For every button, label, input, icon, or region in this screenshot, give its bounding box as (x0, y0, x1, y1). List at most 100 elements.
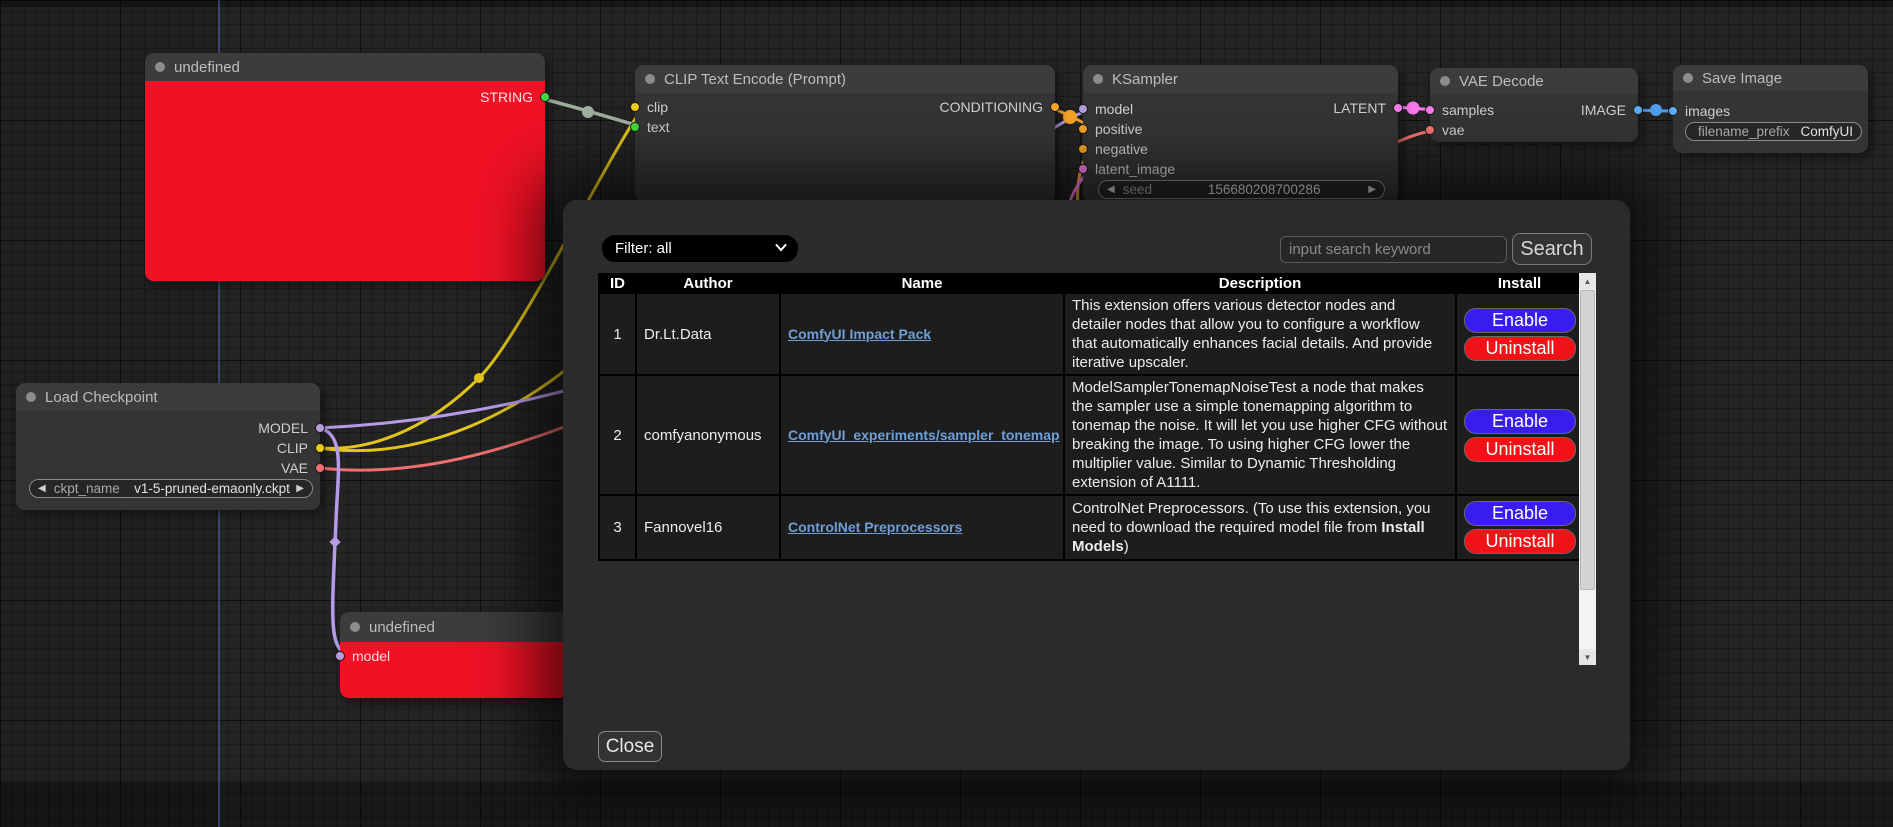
scrollbar-thumb[interactable] (1580, 290, 1595, 590)
node-title-label: VAE Decode (1459, 73, 1544, 90)
decrement-arrow-icon[interactable]: ◀ (1107, 185, 1115, 195)
uninstall-button[interactable]: Uninstall (1464, 529, 1576, 554)
node-save-image[interactable]: Save Image images filename_prefix ComfyU… (1673, 65, 1868, 153)
header-name: Name (781, 275, 1063, 292)
node-title-bar[interactable]: KSampler (1083, 65, 1398, 93)
input-pin-clip[interactable] (630, 102, 640, 112)
link-midpoint-diamond[interactable] (329, 536, 340, 547)
search-input[interactable] (1280, 236, 1507, 263)
node-clip-text-encode[interactable]: CLIP Text Encode (Prompt) clip text COND… (635, 65, 1055, 203)
reroute-dot-conditioning[interactable] (1063, 110, 1077, 124)
node-body: model (340, 642, 568, 698)
reroute-dot-clip[interactable] (474, 373, 484, 383)
input-pin-images[interactable] (1668, 106, 1678, 116)
input-pin-vae[interactable] (1425, 125, 1435, 135)
node-vae-decode[interactable]: VAE Decode samples vae IMAGE (1430, 68, 1638, 142)
enable-button[interactable]: Enable (1464, 409, 1576, 434)
node-title-bar[interactable]: VAE Decode (1430, 68, 1638, 94)
scrollbar-up-icon[interactable]: ▲ (1579, 273, 1596, 289)
collapse-dot-icon[interactable] (1683, 73, 1693, 83)
widget-value: v1-5-pruned-emaonly.ckpt (128, 481, 297, 496)
input-pin-model[interactable] (335, 651, 345, 661)
node-title-bar[interactable]: undefined (340, 612, 568, 642)
input-pin-latent-image[interactable] (1078, 164, 1088, 174)
node-title-bar[interactable]: Save Image (1673, 65, 1868, 91)
search-button[interactable]: Search (1512, 233, 1592, 265)
node-title-label: undefined (369, 619, 435, 636)
table-row: 3Fannovel16ControlNet PreprocessorsContr… (600, 496, 1582, 559)
node-title-bar[interactable]: Load Checkpoint (16, 383, 320, 411)
next-arrow-icon[interactable]: ▶ (296, 484, 304, 494)
collapse-dot-icon[interactable] (350, 622, 360, 632)
enable-button[interactable]: Enable (1464, 501, 1576, 526)
extension-link[interactable]: ComfyUI_experiments/sampler_tonemap (788, 427, 1060, 443)
input-pin-negative[interactable] (1078, 144, 1088, 154)
node-undefined-top[interactable]: undefined STRING (145, 53, 545, 281)
output-label: CONDITIONING (940, 99, 1043, 115)
node-body: model positive negative latent_image LAT… (1083, 93, 1398, 203)
node-title-label: undefined (174, 59, 240, 76)
header-author: Author (637, 275, 779, 292)
input-label: text (647, 119, 670, 135)
seed-widget[interactable]: ◀ seed 156680208700286 ▶ (1098, 180, 1385, 199)
header-description: Description (1065, 275, 1455, 292)
node-title-bar[interactable]: undefined (145, 53, 545, 81)
input-label: clip (647, 99, 668, 115)
increment-arrow-icon[interactable]: ▶ (1368, 185, 1376, 195)
reroute-dot-string[interactable] (582, 106, 594, 118)
output-pin-string[interactable] (540, 92, 550, 102)
node-title-label: Load Checkpoint (45, 389, 158, 406)
collapse-dot-icon[interactable] (1093, 74, 1103, 84)
filename-prefix-widget[interactable]: filename_prefix ComfyUI (1685, 122, 1862, 141)
uninstall-button[interactable]: Uninstall (1464, 437, 1576, 462)
header-id: ID (600, 275, 635, 292)
node-load-checkpoint[interactable]: Load Checkpoint MODEL CLIP VAE ◀ ckpt_na… (16, 383, 320, 510)
node-undefined-bottom[interactable]: undefined model (340, 612, 568, 698)
prev-arrow-icon[interactable]: ◀ (38, 484, 46, 494)
output-pin-latent[interactable] (1393, 103, 1403, 113)
close-button[interactable]: Close (598, 731, 662, 762)
node-canvas[interactable]: undefined STRING CLIP Text Encode (Promp… (0, 0, 1893, 827)
cell-id: 1 (600, 294, 635, 374)
node-body: MODEL CLIP VAE ◀ ckpt_name v1-5-pruned-e… (16, 411, 320, 510)
output-pin-clip[interactable] (315, 443, 325, 453)
collapse-dot-icon[interactable] (1440, 76, 1450, 86)
extension-link[interactable]: ComfyUI Impact Pack (788, 326, 931, 342)
input-label: samples (1442, 102, 1494, 118)
scrollbar[interactable]: ▲ ▼ (1579, 273, 1596, 665)
node-body: images filename_prefix ComfyUI (1673, 91, 1868, 153)
cell-install: Enable Uninstall (1457, 376, 1582, 494)
input-label: positive (1095, 121, 1142, 137)
scrollbar-down-icon[interactable]: ▼ (1579, 649, 1596, 665)
input-pin-samples[interactable] (1425, 105, 1435, 115)
output-pin-image[interactable] (1633, 105, 1643, 115)
cell-install: Enable Uninstall (1457, 496, 1582, 559)
output-pin-model[interactable] (315, 423, 325, 433)
cell-id: 3 (600, 496, 635, 559)
reroute-dot-latent[interactable] (1407, 102, 1420, 115)
node-ksampler[interactable]: KSampler model positive negative latent_… (1083, 65, 1398, 203)
enable-button[interactable]: Enable (1464, 308, 1576, 333)
collapse-dot-icon[interactable] (26, 392, 36, 402)
cell-author: Fannovel16 (637, 496, 779, 559)
widget-value: 156680208700286 (1160, 182, 1368, 197)
output-pin-conditioning[interactable] (1050, 102, 1060, 112)
input-pin-text[interactable] (630, 122, 640, 132)
node-title-bar[interactable]: CLIP Text Encode (Prompt) (635, 65, 1055, 93)
collapse-dot-icon[interactable] (155, 62, 165, 72)
ckpt-name-widget[interactable]: ◀ ckpt_name v1-5-pruned-emaonly.ckpt ▶ (29, 479, 313, 498)
input-label: vae (1442, 122, 1465, 138)
input-pin-model[interactable] (1078, 104, 1088, 114)
output-pin-vae[interactable] (315, 463, 325, 473)
collapse-dot-icon[interactable] (645, 74, 655, 84)
reroute-dot-image[interactable] (1650, 104, 1662, 116)
cell-name: ControlNet Preprocessors (781, 496, 1063, 559)
filter-select[interactable]: Filter: all (602, 235, 798, 262)
extension-link[interactable]: ControlNet Preprocessors (788, 519, 962, 535)
cell-name: ComfyUI Impact Pack (781, 294, 1063, 374)
extensions-table-body: 1Dr.Lt.DataComfyUI Impact PackThis exten… (600, 294, 1582, 559)
input-label: model (1095, 101, 1133, 117)
input-pin-positive[interactable] (1078, 124, 1088, 134)
cell-install: Enable Uninstall (1457, 294, 1582, 374)
uninstall-button[interactable]: Uninstall (1464, 336, 1576, 361)
